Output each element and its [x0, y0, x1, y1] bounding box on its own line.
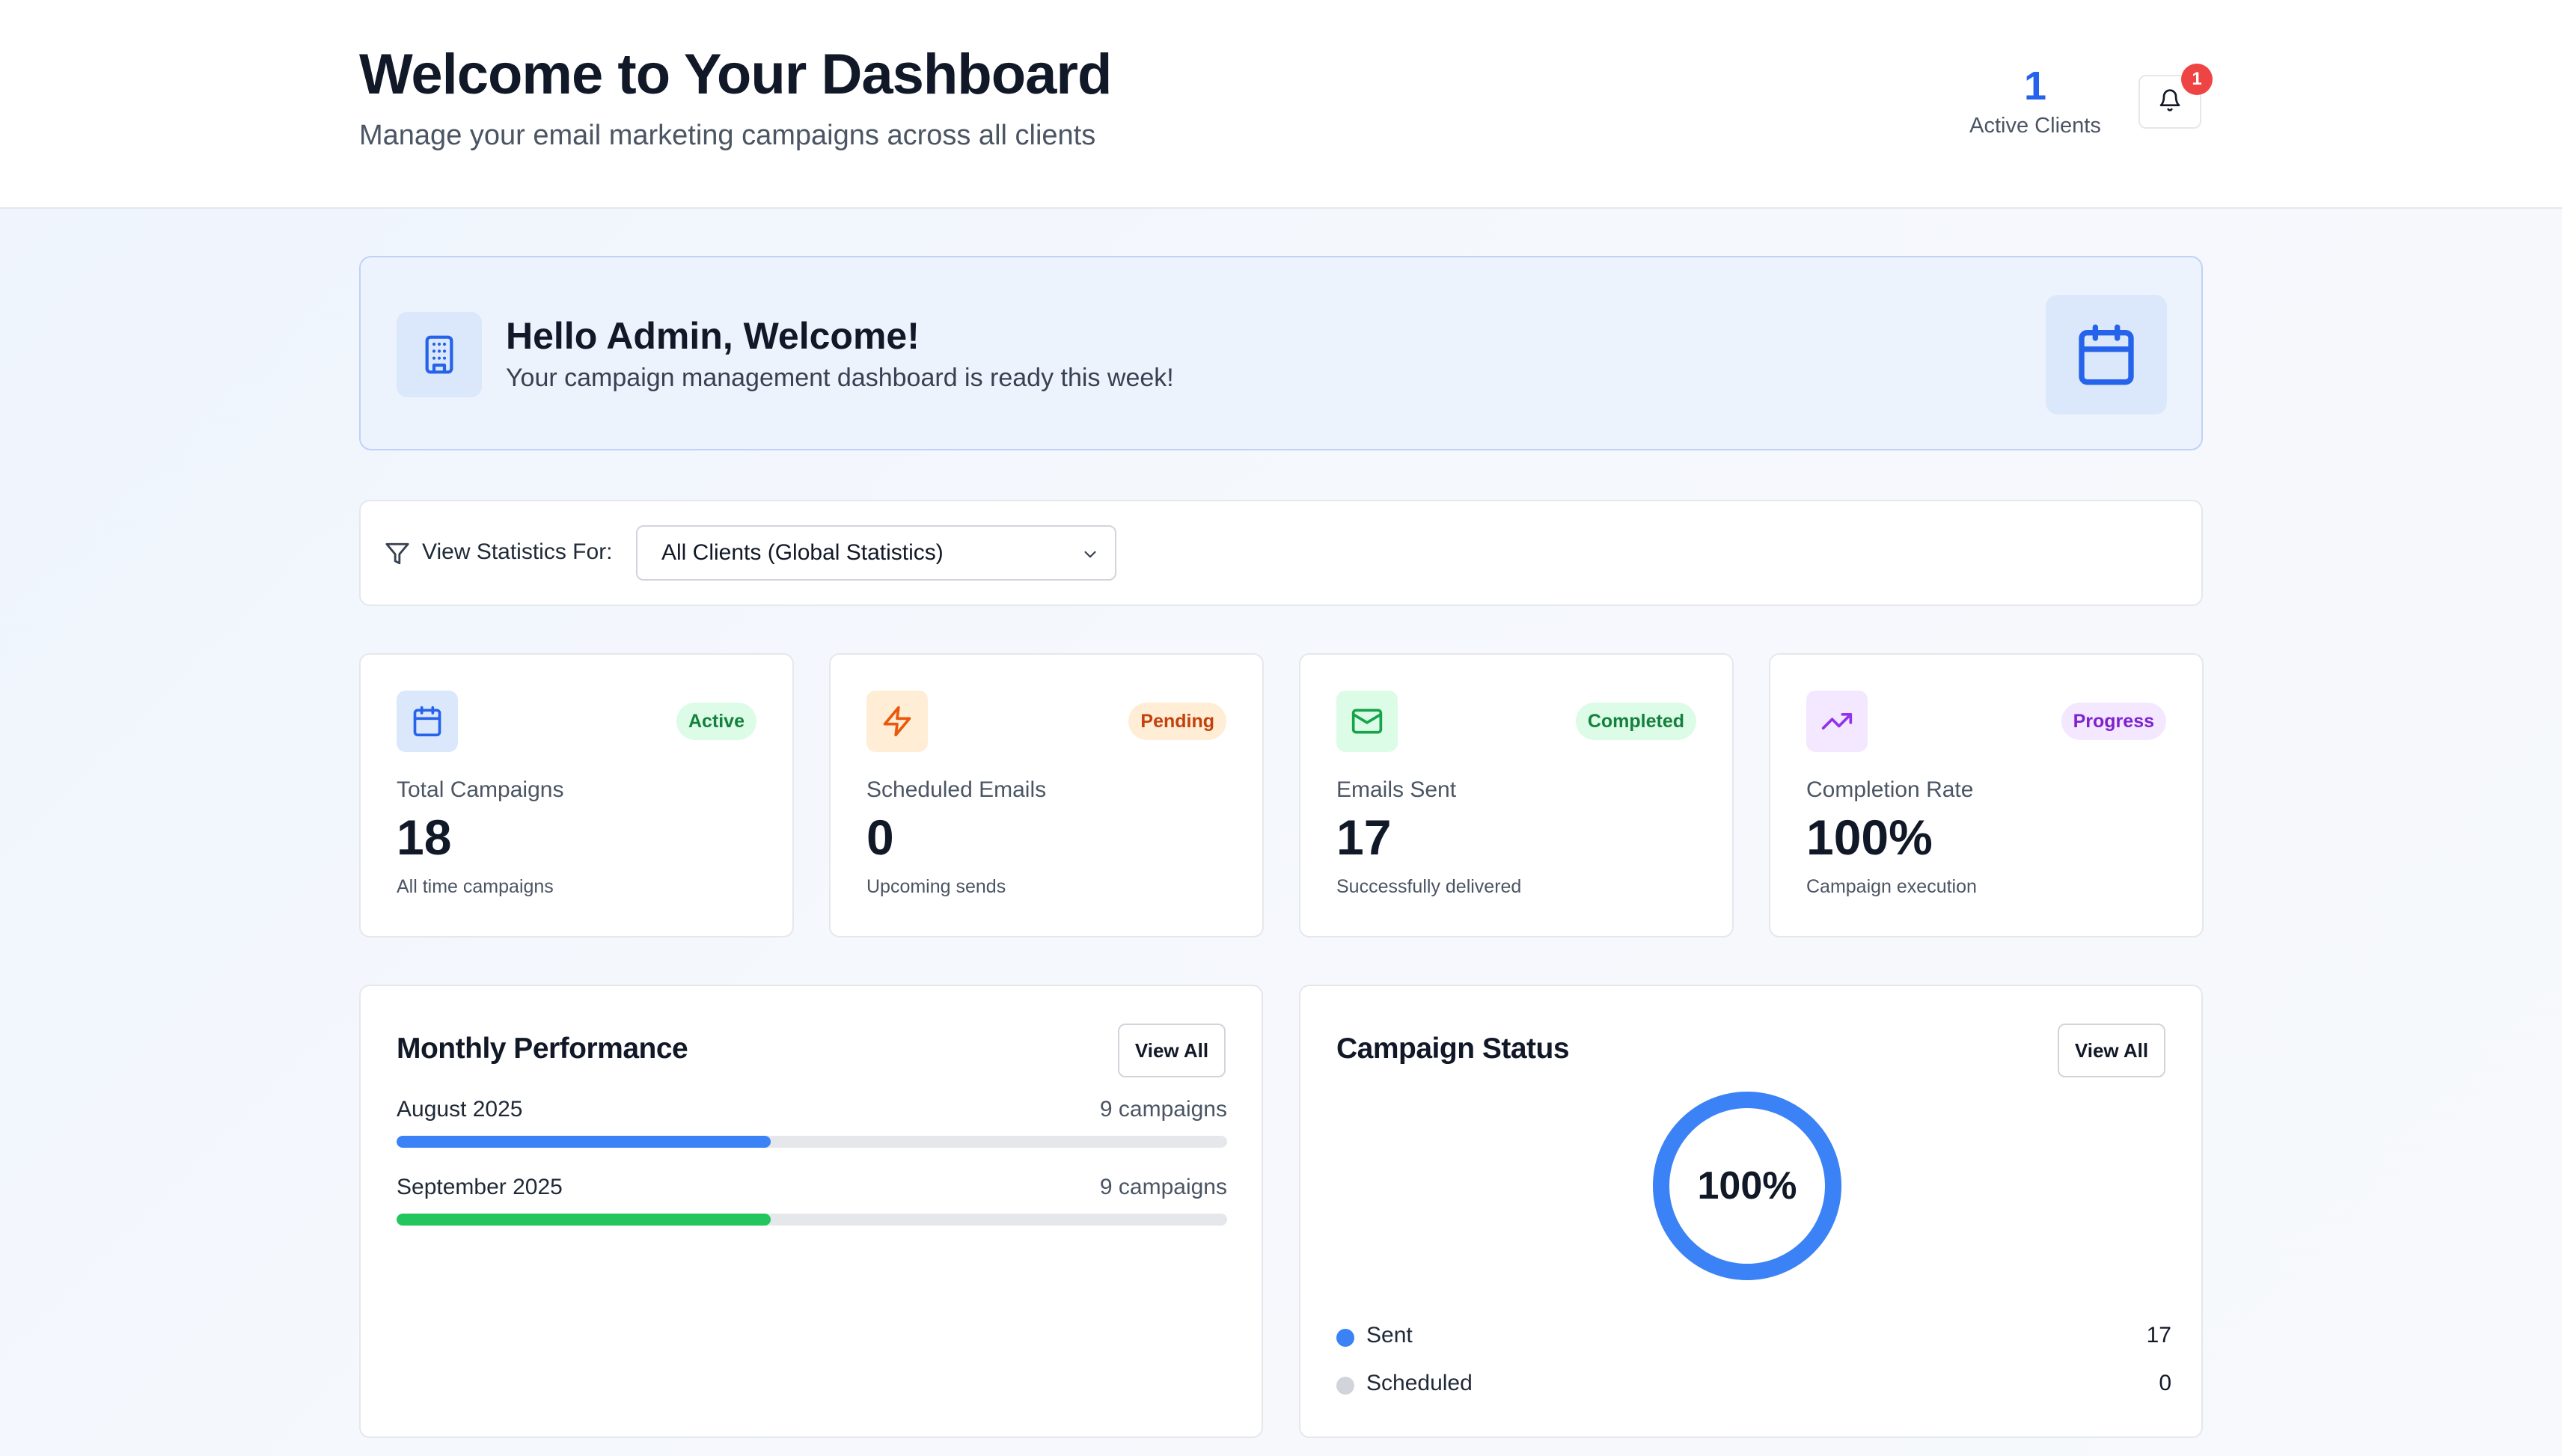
- legend-label: Sent: [1366, 1323, 1413, 1348]
- stat-label: Scheduled Emails: [866, 777, 1047, 802]
- bell-icon: [2158, 88, 2182, 116]
- campaign-count: 9 campaigns: [1099, 1175, 1227, 1199]
- stat-value: 100%: [1806, 810, 1933, 865]
- panel-title: Monthly Performance: [397, 1033, 688, 1065]
- page-subtitle: Manage your email marketing campaigns ac…: [359, 120, 1096, 151]
- legend-dot: [1336, 1329, 1354, 1347]
- campaign-count: 9 campaigns: [1099, 1097, 1227, 1122]
- month-label: September 2025: [397, 1175, 563, 1199]
- panel-title: Campaign Status: [1336, 1033, 1570, 1065]
- legend-item-sent: Sent 17: [1336, 1321, 2171, 1351]
- notification-badge: 1: [2181, 64, 2213, 95]
- welcome-banner: Hello Admin, Welcome! Your campaign mana…: [359, 256, 2203, 450]
- welcome-subtitle: Your campaign management dashboard is re…: [506, 364, 1174, 392]
- legend-dot: [1336, 1377, 1354, 1395]
- building-icon: [397, 312, 482, 397]
- active-clients-count: 1: [2023, 64, 2047, 108]
- calendar-icon: [397, 691, 458, 752]
- lightning-icon: [866, 691, 928, 752]
- statistics-filter: View Statistics For: All Clients (Global…: [359, 500, 2203, 606]
- trending-up-icon: [1806, 691, 1868, 752]
- active-clients-stat: 1 Active Clients: [1960, 61, 2110, 138]
- stat-caption: Campaign execution: [1806, 876, 1977, 897]
- filter-icon: [385, 541, 410, 570]
- status-badge: Pending: [1128, 703, 1226, 740]
- monthly-performance-panel: Monthly Performance View All August 2025…: [359, 985, 1263, 1438]
- stat-value: 0: [866, 810, 894, 865]
- progress-track: [397, 1136, 1227, 1148]
- active-clients-label: Active Clients: [1969, 114, 2101, 138]
- legend-label: Scheduled: [1366, 1371, 1473, 1395]
- stat-caption: Successfully delivered: [1336, 876, 1522, 897]
- stat-card-emails-sent: Completed Emails Sent 17 Successfully de…: [1299, 653, 1734, 937]
- legend-item-scheduled: Scheduled 0: [1336, 1369, 2171, 1399]
- chevron-down-icon: [1080, 545, 1100, 570]
- page-header: Welcome to Your Dashboard Manage your em…: [0, 0, 2562, 209]
- status-badge: Completed: [1575, 703, 1696, 740]
- donut-percent: 100%: [1697, 1164, 1797, 1208]
- legend-value: 17: [2146, 1323, 2171, 1348]
- page-title: Welcome to Your Dashboard: [359, 43, 1112, 106]
- stat-caption: Upcoming sends: [866, 876, 1006, 897]
- month-label: August 2025: [397, 1097, 523, 1122]
- filter-label: View Statistics For:: [422, 539, 613, 564]
- progress-fill: [397, 1214, 771, 1226]
- progress-fill: [397, 1136, 771, 1148]
- client-select-value: All Clients (Global Statistics): [661, 540, 944, 565]
- stat-label: Emails Sent: [1336, 777, 1457, 802]
- stat-card-total-campaigns: Active Total Campaigns 18 All time campa…: [359, 653, 794, 937]
- legend-value: 0: [2159, 1371, 2171, 1395]
- stat-value: 17: [1336, 810, 1392, 865]
- status-badge: Progress: [2061, 703, 2166, 740]
- stat-value: 18: [397, 810, 452, 865]
- mail-icon: [1336, 691, 1398, 752]
- calendar-icon: [2046, 295, 2167, 415]
- stat-card-completion-rate: Progress Completion Rate 100% Campaign e…: [1769, 653, 2204, 937]
- view-all-button[interactable]: View All: [1118, 1024, 1226, 1077]
- stat-caption: All time campaigns: [397, 876, 554, 897]
- client-select[interactable]: All Clients (Global Statistics): [636, 525, 1116, 581]
- status-badge: Active: [676, 703, 756, 740]
- stat-label: Completion Rate: [1806, 777, 1974, 802]
- progress-track: [397, 1214, 1227, 1226]
- stat-card-scheduled-emails: Pending Scheduled Emails 0 Upcoming send…: [829, 653, 1264, 937]
- welcome-title: Hello Admin, Welcome!: [506, 315, 920, 357]
- campaign-status-panel: Campaign Status View All 100% Sent 17 Sc…: [1299, 985, 2203, 1438]
- view-all-button[interactable]: View All: [2058, 1024, 2165, 1077]
- stat-label: Total Campaigns: [397, 777, 564, 802]
